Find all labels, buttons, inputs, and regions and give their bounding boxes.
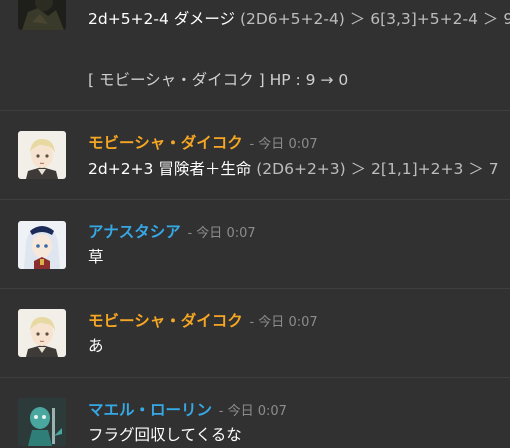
message-body: 2d+2+3 冒険者＋生命 (2D6+2+3) ＞ 2[1,1]+2+3 ＞ 7 — [88, 159, 499, 179]
message-body: フラグ回収してくるな — [88, 426, 242, 444]
message-header: マエル・ローリン - 今日 0:07 — [88, 400, 287, 422]
message-header: アナスタシア - 今日 0:07 — [88, 222, 256, 244]
chat-message: モビーシャ・ダイコク - 今日 0:07 2d+2+3 冒険者＋生命 (2D6+… — [0, 111, 510, 199]
dice-command: 2d+2+3 冒険者＋生命 — [88, 160, 252, 178]
dark-avatar-icon[interactable] — [18, 0, 66, 30]
message-header: モビーシャ・ダイコク - 今日 0:07 — [88, 133, 318, 155]
dice-result: (2D6+2+3) ＞ 2[1,1]+2+3 ＞ 7 — [251, 160, 499, 178]
message-body: 草 — [88, 248, 104, 266]
message-body: あ — [88, 337, 104, 355]
author-name[interactable]: モビーシャ・ダイコク — [88, 312, 243, 330]
white-hair-girl-avatar-icon[interactable] — [18, 221, 66, 269]
author-name[interactable]: マエル・ローリン — [88, 401, 212, 419]
dice-result: (2D6+5+2-4) ＞ 6[3,3]+5+2-4 ＞ 9 — [235, 10, 510, 28]
system-message: [ モビーシャ・ダイコク ] HP : 9 → 0 — [0, 60, 510, 100]
system-text: [ モビーシャ・ダイコク ] HP : 9 → 0 — [88, 71, 349, 89]
chat-message: モビーシャ・ダイコク - 今日 0:07 あ — [0, 289, 510, 377]
author-name[interactable]: モビーシャ・ダイコク — [88, 134, 243, 152]
message-header: モビーシャ・ダイコク - 今日 0:07 — [88, 311, 318, 333]
chat-message: アナスタシア - 今日 0:07 草 — [0, 200, 510, 288]
timestamp: - 今日 0:07 — [249, 315, 318, 330]
chat-message: 2d+5+2-4 ダメージ (2D6+5+2-4) ＞ 6[3,3]+5+2-4… — [0, 0, 510, 30]
chat-message: マエル・ローリン - 今日 0:07 フラグ回収してくるな — [0, 378, 510, 448]
teal-creature-avatar-icon[interactable] — [18, 398, 66, 446]
timestamp: - 今日 0:07 — [218, 404, 287, 419]
blonde-boy-avatar-icon[interactable] — [18, 131, 66, 179]
timestamp: - 今日 0:07 — [187, 226, 256, 241]
author-name[interactable]: アナスタシア — [88, 223, 181, 241]
dice-command: 2d+5+2-4 ダメージ — [88, 10, 236, 28]
message-body: 2d+5+2-4 ダメージ (2D6+5+2-4) ＞ 6[3,3]+5+2-4… — [88, 9, 510, 29]
timestamp: - 今日 0:07 — [249, 137, 318, 152]
chat-log[interactable]: 2d+5+2-4 ダメージ (2D6+5+2-4) ＞ 6[3,3]+5+2-4… — [0, 0, 510, 448]
blonde-boy-avatar-icon[interactable] — [18, 309, 66, 357]
